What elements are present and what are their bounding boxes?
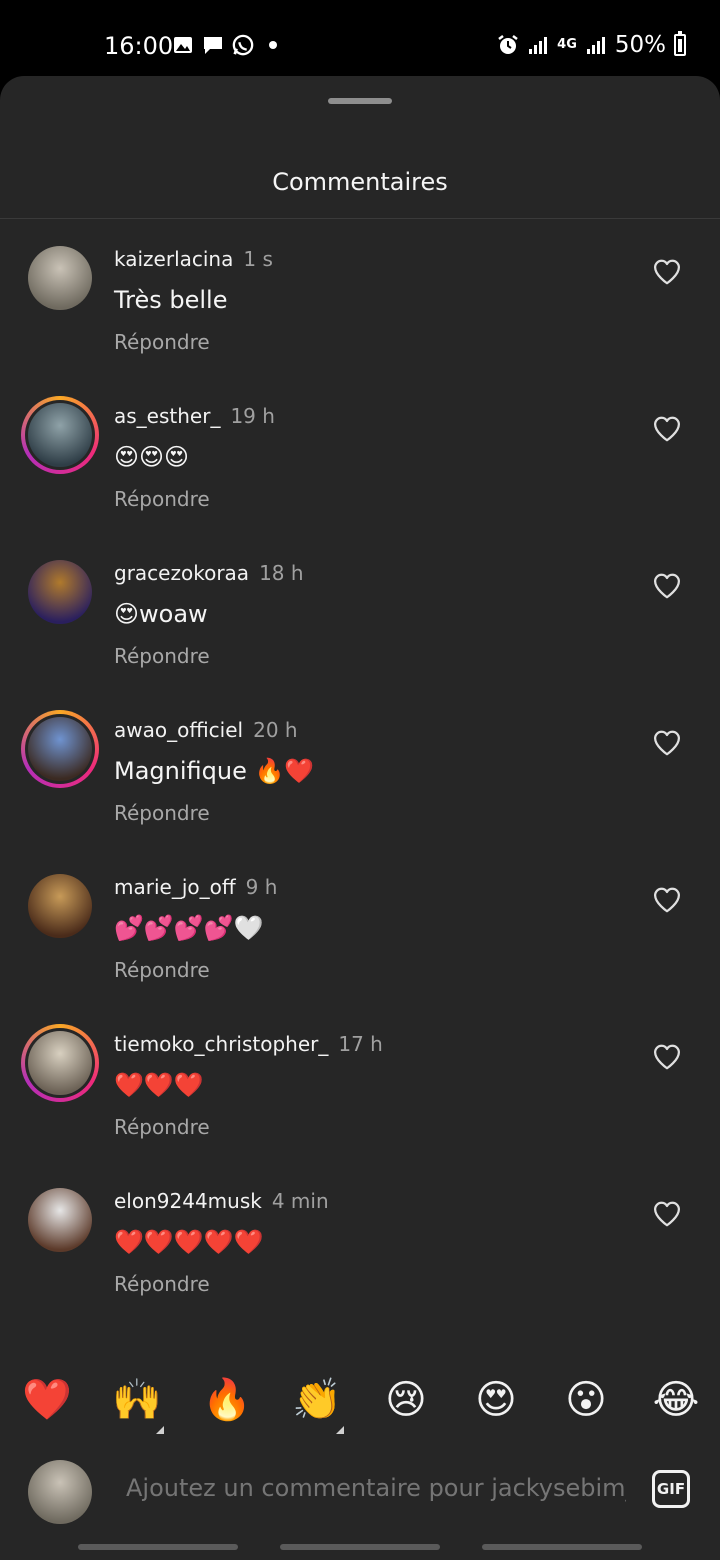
comment-timestamp: 17 h [338, 1032, 383, 1056]
username-text[interactable]: tiemoko_christopher_ [114, 1032, 328, 1056]
signal-icon [585, 34, 607, 56]
comment-row: awao_officiel 20 h Magnifique 🔥❤️ Répondre [0, 690, 720, 847]
emoji-reaction-button[interactable]: 👏 [292, 1376, 342, 1424]
like-heart-icon[interactable] [652, 257, 682, 287]
emoji-reaction-button[interactable]: ❤️ [22, 1376, 72, 1424]
avatar [28, 717, 92, 781]
comment-text: 💕💕💕💕🤍 [114, 914, 264, 942]
reply-button[interactable]: Répondre [114, 487, 210, 511]
avatar-story-ring[interactable] [21, 1024, 99, 1102]
comment-row: tiemoko_christopher_ 17 h ❤️❤️❤️ Répondre [0, 1004, 720, 1161]
comment-input[interactable] [126, 1474, 626, 1502]
nav-pill [280, 1544, 440, 1550]
avatar[interactable] [28, 246, 92, 310]
like-heart-icon[interactable] [652, 571, 682, 601]
comment-text: Très belle [114, 286, 228, 314]
comment-username[interactable]: elon9244musk 4 min [114, 1189, 329, 1213]
emoji-reaction-button[interactable]: 🔥 [202, 1376, 252, 1424]
avatar [28, 1460, 92, 1524]
comment-row: as_esther_ 19 h 😍😍😍 Répondre [0, 376, 720, 533]
whatsapp-icon [232, 34, 254, 56]
username-text[interactable]: awao_officiel [114, 718, 243, 742]
comment-timestamp: 9 h [245, 875, 278, 899]
reply-button[interactable]: Répondre [114, 958, 210, 982]
nav-pill [482, 1544, 642, 1550]
avatar [28, 1031, 92, 1095]
username-text[interactable]: marie_jo_off [114, 875, 236, 899]
comment-username[interactable]: awao_officiel 20 h [114, 718, 298, 742]
gallery-icon [172, 34, 194, 56]
comment-timestamp: 18 h [259, 561, 304, 585]
skin-tone-indicator [156, 1426, 164, 1434]
comment-text: ❤️❤️❤️ [114, 1071, 204, 1099]
like-heart-icon[interactable] [652, 414, 682, 444]
emoji-quick-bar: ❤️ 🙌 🔥 👏 😢 😍 😮 😂 [0, 1350, 720, 1444]
emoji-reaction-button[interactable]: 😮 [562, 1376, 610, 1424]
like-heart-icon[interactable] [652, 1199, 682, 1229]
avatar-story-ring[interactable] [21, 710, 99, 788]
comments-list[interactable]: kaizerlacina 1 s Très belle Répondre as_esth… [0, 219, 720, 1349]
comment-text: Magnifique 🔥❤️ [114, 757, 315, 785]
nav-pill [78, 1544, 238, 1550]
status-bar: 16:00 4G 50% [0, 0, 720, 76]
sheet-title: Commentaires [272, 168, 448, 196]
alarm-icon [497, 34, 519, 56]
comment-username[interactable]: gracezokoraa 18 h [114, 561, 304, 585]
comment-text: 😍😍😍 [114, 443, 190, 471]
emoji-reaction-button[interactable]: 😍 [472, 1376, 520, 1424]
skin-tone-indicator [336, 1426, 344, 1434]
username-text[interactable]: as_esther_ [114, 404, 220, 428]
avatar[interactable] [28, 874, 92, 938]
status-right: 4G 50% [497, 31, 686, 58]
comment-username[interactable]: kaizerlacina 1 s [114, 247, 273, 271]
comments-sheet: Commentaires kaizerlacina 1 s Très belle Ré… [0, 76, 720, 1560]
battery-icon [674, 31, 686, 56]
gesture-bar [0, 1534, 720, 1560]
comment-username[interactable]: as_esther_ 19 h [114, 404, 275, 428]
avatar[interactable] [28, 560, 92, 624]
dot-icon [262, 34, 284, 56]
like-heart-icon[interactable] [652, 1042, 682, 1072]
status-time: 16:00 [104, 32, 174, 60]
comment-row: marie_jo_off 9 h 💕💕💕💕🤍 Répondre [0, 847, 720, 1004]
comment-timestamp: 20 h [253, 718, 298, 742]
like-heart-icon[interactable] [652, 885, 682, 915]
comment-input-bar: GIF [0, 1444, 720, 1534]
avatar-story-ring[interactable] [21, 396, 99, 474]
battery-percent: 50% [614, 32, 666, 58]
comment-text: ❤️❤️❤️❤️❤️ [114, 1228, 264, 1256]
username-text[interactable]: kaizerlacina [114, 247, 233, 271]
comment-row: gracezokoraa 18 h 😍woaw Répondre [0, 533, 720, 690]
network-type: 4G [557, 37, 577, 52]
avatar[interactable] [28, 1188, 92, 1252]
like-heart-icon[interactable] [652, 728, 682, 758]
emoji-reaction-button[interactable]: 😂 [652, 1376, 700, 1424]
comment-timestamp: 4 min [271, 1189, 329, 1213]
comment-text: 😍woaw [114, 600, 208, 628]
avatar [28, 403, 92, 467]
message-icon [202, 34, 224, 56]
comment-username[interactable]: tiemoko_christopher_ 17 h [114, 1032, 383, 1056]
emoji-reaction-button[interactable]: 😢 [382, 1376, 430, 1424]
reply-button[interactable]: Répondre [114, 1272, 210, 1296]
emoji-reaction-button[interactable]: 🙌 [112, 1376, 162, 1424]
username-text[interactable]: gracezokoraa [114, 561, 249, 585]
drag-handle[interactable] [328, 98, 392, 104]
reply-button[interactable]: Répondre [114, 644, 210, 668]
reply-button[interactable]: Répondre [114, 1115, 210, 1139]
comment-row: elon9244musk 4 min ❤️❤️❤️❤️❤️ Répondre [0, 1161, 720, 1318]
comment-timestamp: 1 s [243, 247, 273, 271]
status-left-icons [172, 34, 284, 56]
reply-button[interactable]: Répondre [114, 801, 210, 825]
reply-button[interactable]: Répondre [114, 330, 210, 354]
comment-timestamp: 19 h [230, 404, 275, 428]
signal-icon [527, 34, 549, 56]
gif-button[interactable]: GIF [652, 1470, 690, 1508]
username-text[interactable]: elon9244musk [114, 1189, 262, 1213]
comment-username[interactable]: marie_jo_off 9 h [114, 875, 277, 899]
comment-row: kaizerlacina 1 s Très belle Répondre [0, 219, 720, 376]
